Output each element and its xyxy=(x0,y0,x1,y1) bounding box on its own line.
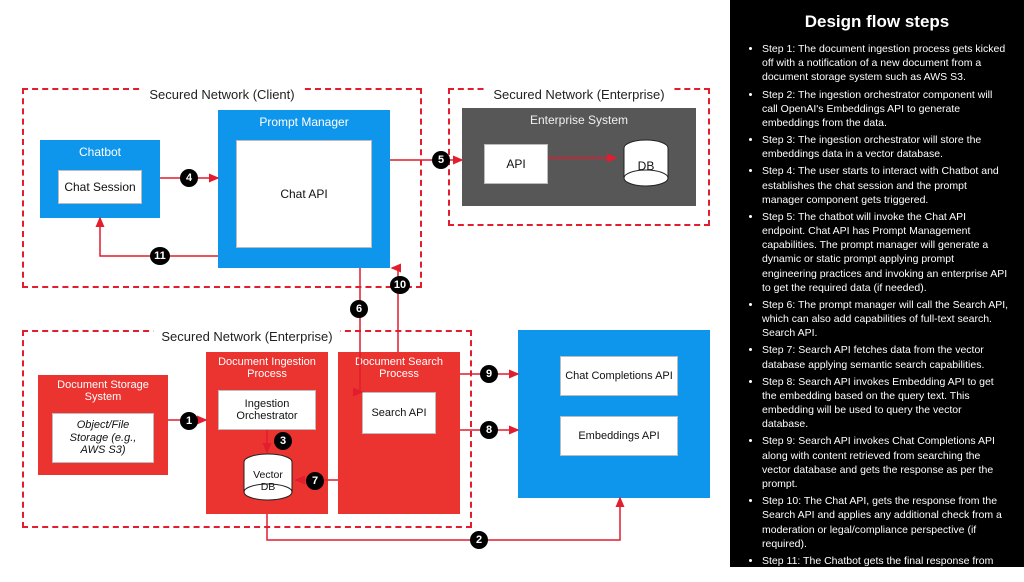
box-ingestion: Document Ingestion Process Ingestion Orc… xyxy=(206,352,328,514)
step-item: Step 1: The document ingestion process g… xyxy=(762,42,1010,85)
step-badge-8: 8 xyxy=(480,421,498,439)
search-title: Document Search Process xyxy=(338,352,460,380)
svg-text:Vector: Vector xyxy=(253,469,283,481)
box-openai: Chat Completions API Embeddings API xyxy=(518,330,710,498)
box-prompt-manager: Prompt Manager Chat API xyxy=(218,110,390,268)
step-badge-6: 6 xyxy=(350,300,368,318)
step-badge-1: 1 xyxy=(180,412,198,430)
doc-storage-inner-label: Object/File Storage (e.g., AWS S3) xyxy=(57,419,149,457)
step-item: Step 11: The Chatbot gets the final resp… xyxy=(762,554,1010,582)
box-doc-storage: Document Storage System Object/File Stor… xyxy=(38,375,168,475)
ingestion-orchestrator: Ingestion Orchestrator xyxy=(218,390,316,430)
doc-storage-title: Document Storage System xyxy=(38,375,168,403)
doc-storage-inner: Object/File Storage (e.g., AWS S3) xyxy=(52,413,154,463)
step-item: Step 6: The prompt manager will call the… xyxy=(762,298,1010,341)
step-badge-5: 5 xyxy=(432,151,450,169)
step-badge-4: 4 xyxy=(180,169,198,187)
ingestion-title: Document Ingestion Process xyxy=(206,352,328,380)
step-badge-7: 7 xyxy=(306,472,324,490)
step-badge-11: 11 xyxy=(150,247,170,265)
step-item: Step 7: Search API fetches data from the… xyxy=(762,343,1010,371)
chat-api: Chat API xyxy=(236,140,372,248)
box-enterprise-system: Enterprise System API DB xyxy=(462,108,696,206)
side-panel: Design flow steps Step 1: The document i… xyxy=(730,0,1024,567)
group-client-label: Secured Network (Client) xyxy=(141,87,302,102)
chat-session: Chat Session xyxy=(58,170,142,204)
chat-completions-api: Chat Completions API xyxy=(560,356,678,396)
vector-db-icon: VectorDB xyxy=(240,452,296,508)
chatbot-title: Chatbot xyxy=(40,140,160,159)
group-enterprise-bottom-label: Secured Network (Enterprise) xyxy=(153,329,340,344)
prompt-manager-title: Prompt Manager xyxy=(218,110,390,129)
enterprise-system-title: Enterprise System xyxy=(462,108,696,127)
step-item: Step 5: The chatbot will invoke the Chat… xyxy=(762,210,1010,295)
step-item: Step 2: The ingestion orchestrator compo… xyxy=(762,88,1010,131)
steps-list: Step 1: The document ingestion process g… xyxy=(744,42,1010,582)
search-api: Search API xyxy=(362,392,436,434)
step-badge-10: 10 xyxy=(390,276,410,294)
group-enterprise-top-label: Secured Network (Enterprise) xyxy=(485,87,672,102)
svg-text:DB: DB xyxy=(261,481,276,493)
step-item: Step 8: Search API invokes Embedding API… xyxy=(762,375,1010,432)
embeddings-api: Embeddings API xyxy=(560,416,678,456)
enterprise-db-icon: DB xyxy=(620,138,672,192)
step-item: Step 10: The Chat API, gets the response… xyxy=(762,494,1010,551)
box-chatbot: Chatbot Chat Session xyxy=(40,140,160,218)
svg-text:DB: DB xyxy=(638,159,655,173)
enterprise-api: API xyxy=(484,144,548,184)
step-item: Step 4: The user starts to interact with… xyxy=(762,164,1010,207)
side-title: Design flow steps xyxy=(744,12,1010,32)
diagram-pane: Secured Network (Client) Secured Network… xyxy=(0,0,730,567)
step-badge-2: 2 xyxy=(470,531,488,549)
step-item: Step 9: Search API invokes Chat Completi… xyxy=(762,434,1010,491)
step-item: Step 3: The ingestion orchestrator will … xyxy=(762,133,1010,161)
box-search: Document Search Process Search API xyxy=(338,352,460,514)
step-badge-3: 3 xyxy=(274,432,292,450)
step-badge-9: 9 xyxy=(480,365,498,383)
